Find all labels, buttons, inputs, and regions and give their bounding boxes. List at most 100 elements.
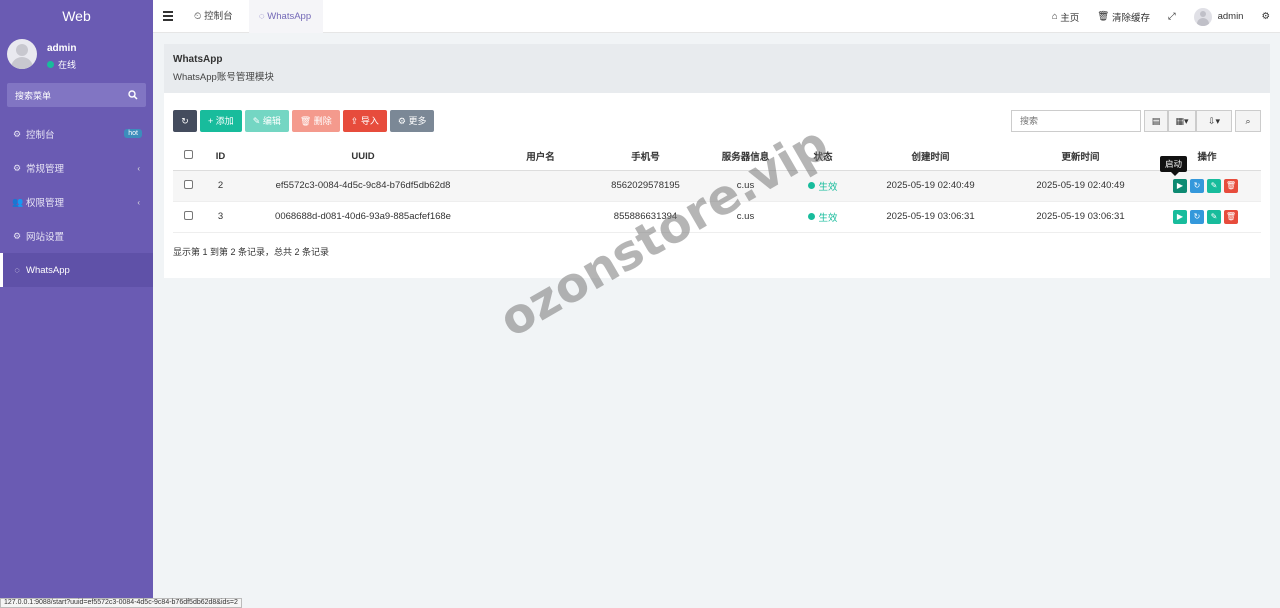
dashboard-icon: ⚙ [12,128,22,139]
sidebar-item-whatsapp[interactable]: ◌ WhatsApp [0,253,153,287]
start-tooltip: 启动 [1160,156,1188,176]
delete-button[interactable]: 🗑 删除 [291,110,340,132]
table-search-input[interactable] [1011,110,1141,132]
refresh-icon: ↻ [181,116,189,126]
sidebar-item-label: 常规管理 [26,164,65,175]
columns-dropdown-icon[interactable]: ▦▾ [1168,110,1196,132]
status-dot-icon [808,182,816,189]
clear-cache-label: 清除缓存 [1111,12,1150,24]
cell-actions: ▶ ↻ ✎ 🗑 [1153,201,1261,233]
settings-icon[interactable]: ⚙ [1261,11,1270,22]
start-button-play-icon[interactable]: ▶ [1173,178,1187,193]
add-button[interactable]: + 添加 [200,110,242,132]
user-status-text: 在线 [58,60,77,70]
clear-cache-button[interactable]: 🗑 清除缓存 [1097,10,1150,24]
page-subtitle: WhatsApp账号管理模块 [173,72,274,83]
sidebar-item-general[interactable]: ⚙ 常规管理 ‹ [0,151,153,185]
edit-button[interactable]: ✎ 编辑 [244,110,289,132]
row-checkbox[interactable] [183,210,193,220]
row-actions: ▶ ↻ ✎ 🗑 [1173,178,1241,193]
sidebar-item-site-settings[interactable]: ⚙ 网站设置 [0,219,153,253]
upload-icon: ⇪ [350,116,361,126]
edit-button-pencil-icon[interactable]: ✎ [1207,178,1221,193]
pagination-summary: 显示第 1 到第 2 条记录，总共 2 条记录 [173,247,330,257]
column-header[interactable]: ID [203,143,238,171]
import-button[interactable]: ⇪ 导入 [342,110,387,132]
row-actions: ▶ ↻ ✎ 🗑 [1173,209,1241,224]
column-header[interactable]: 用户名 [488,143,593,171]
sidebar-item-label: WhatsApp [26,264,70,276]
table-tools: ▤ ▦▾ ⇩▾ ⌕ [1011,110,1261,132]
menu-toggle-icon[interactable] [163,11,173,21]
cell-uuid: ef5572c3-0084-4d5c-9c84-b76df5db62d8 [238,170,488,202]
chevron-left-icon: ‹ [137,197,140,207]
top-right-actions: ⌂ 主页 🗑 清除缓存 ⤢ admin ⚙ [1052,0,1280,33]
status-text: 生效 [818,181,838,193]
cell-created: 2025-05-19 03:06:31 [853,201,1008,233]
restart-button-refresh-icon[interactable]: ↻ [1190,178,1204,193]
cell-status: 生效 [793,201,853,233]
whatsapp-icon: ◌ [14,265,20,275]
row-checkbox[interactable] [183,179,193,189]
cell-username [488,170,593,202]
gear-icon: ⚙ [397,116,409,126]
cell-id: 2 [203,170,238,202]
menu-search-input[interactable]: 搜索菜单 [7,83,146,107]
home-icon: ⌂ [1051,11,1061,22]
fullscreen-icon[interactable]: ⤢ [1168,11,1176,22]
home-link[interactable]: ⌂ 主页 [1052,10,1079,24]
export-dropdown-icon[interactable]: ⇩▾ [1196,110,1232,132]
sidebar-item-label: 权限管理 [26,198,65,209]
edit-button-pencil-icon[interactable]: ✎ [1207,209,1221,224]
delete-button-trash-icon[interactable]: 🗑 [1224,209,1238,224]
cell-updated: 2025-05-19 02:40:49 [1008,170,1153,202]
column-header[interactable]: 创建时间 [853,143,1008,171]
column-header[interactable]: 手机号 [593,143,698,171]
delete-button-trash-icon[interactable]: 🗑 [1224,178,1238,193]
toggle-view-icon[interactable]: ▤ [1144,110,1168,132]
user-menu-name: admin [1217,11,1244,22]
select-all-checkbox[interactable] [183,150,193,160]
sidebar-item-permissions[interactable]: 👥 权限管理 ‹ [0,185,153,219]
sidebar-item-dashboard[interactable]: ⚙ 控制台 hot [0,117,153,151]
column-header[interactable]: UUID [238,143,488,171]
user-status: 在线 [47,58,76,71]
avatar [1193,7,1212,26]
cell-updated: 2025-05-19 03:06:31 [1008,201,1153,233]
dashboard-icon: ⏲ [194,11,205,22]
tab-whatsapp[interactable]: ◌ WhatsApp [249,0,324,33]
edit-label: 编辑 [262,116,281,126]
users-icon: 👥 [12,196,24,207]
user-panel: admin 在线 [0,33,153,77]
status-badge: 生效 [808,210,838,224]
restart-button-refresh-icon[interactable]: ↻ [1190,209,1204,224]
start-button-play-icon[interactable]: ▶ [1173,209,1187,224]
cell-username [488,201,593,233]
page-title: WhatsApp [173,54,223,65]
trash-icon: 🗑 [1097,11,1112,22]
tab-label: 控制台 [204,11,233,22]
status-badge: 生效 [808,179,838,193]
import-label: 导入 [360,116,379,126]
search-icon[interactable]: ⌕ [1235,110,1261,132]
online-dot-icon [47,61,54,68]
sidebar-item-label: 控制台 [26,130,55,141]
refresh-button[interactable]: ↻ [173,110,197,132]
sidebar: Web admin 在线 搜索菜单 ⚙ 控制台 hot ⚙ 常规管理 ‹ 👥 权… [0,0,153,608]
user-menu[interactable]: admin [1193,7,1244,26]
more-label: 更多 [408,116,427,126]
home-label: 主页 [1060,12,1080,24]
tab-label: WhatsApp [267,11,312,22]
brand-title[interactable]: Web [0,0,153,33]
cell-uuid: 0068688d-d081-40d6-93a9-885acfef168e [238,201,488,233]
column-header[interactable]: 更新时间 [1008,143,1153,171]
user-name: admin [47,43,77,54]
trash-icon: 🗑 [299,116,314,126]
search-icon[interactable] [128,90,138,100]
more-button[interactable]: ⚙ 更多 [389,110,435,132]
row-select-cell [173,201,203,233]
browser-status-url: 127.0.0.1:9088/start?uuid=ef5572c3-0084-… [0,598,242,608]
tab-dashboard[interactable]: ⏲ 控制台 [194,0,233,33]
cogs-icon: ⚙ [12,162,22,173]
cogs-icon: ⚙ [12,230,22,241]
